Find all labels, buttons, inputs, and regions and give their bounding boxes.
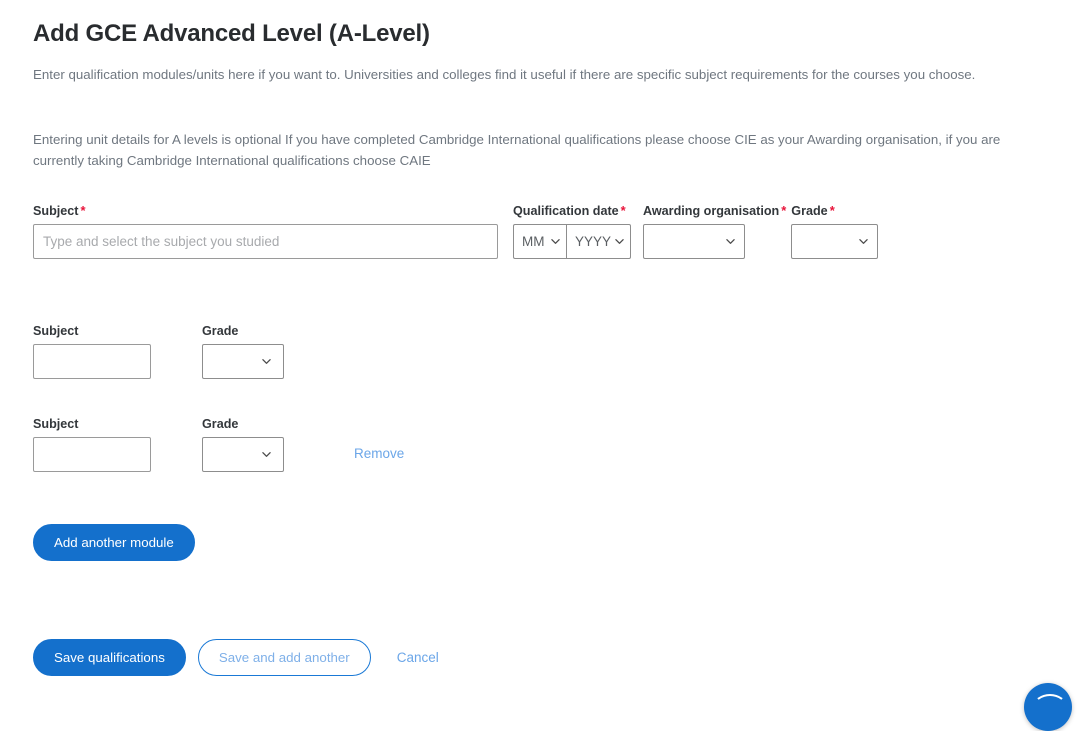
modules-list: Subject Grade Subject Grade Remove: [33, 259, 1056, 473]
chevron-down-icon: [726, 237, 735, 246]
qualification-month-value: MM: [522, 234, 545, 250]
qualification-date-label-text: Qualification date: [513, 204, 619, 219]
qualification-date-required-asterisk: *: [620, 203, 626, 219]
subject-label: Subject *: [33, 203, 498, 218]
module-row: Subject Grade: [33, 324, 1056, 380]
module-remove-wrapper: Remove: [284, 417, 404, 463]
page-title: Add GCE Advanced Level (A-Level): [33, 20, 430, 47]
awarding-organisation-required-asterisk: *: [781, 203, 787, 219]
subject-field-group: Subject *: [33, 203, 498, 260]
footer-actions: Save qualifications Save and add another…: [33, 561, 1056, 677]
chevron-down-icon: [262, 357, 271, 366]
subject-required-asterisk: *: [80, 203, 86, 219]
save-qualifications-button[interactable]: Save qualifications: [33, 639, 186, 677]
module-subject-input[interactable]: [33, 344, 151, 380]
date-selects: MM YYYY: [513, 224, 631, 260]
page-content: Add GCE Advanced Level (A-Level) Enter q…: [0, 0, 1080, 677]
qualification-date-group: Qualification date * MM YYYY: [513, 203, 631, 260]
qualification-month-select[interactable]: MM: [513, 224, 566, 260]
grade-field-group: Grade *: [791, 203, 879, 260]
grade-select[interactable]: [791, 224, 879, 260]
add-another-module-button[interactable]: Add another module: [33, 524, 195, 562]
intro-paragraph-1: Enter qualification modules/units here i…: [33, 67, 976, 82]
cancel-link[interactable]: Cancel: [397, 650, 439, 665]
awarding-organisation-label-text: Awarding organisation: [643, 204, 780, 219]
save-and-add-another-button[interactable]: Save and add another: [197, 639, 371, 677]
module-subject-group: Subject: [33, 324, 151, 380]
chevron-down-icon: [551, 237, 560, 246]
add-module-wrapper: Add another module: [33, 472, 1056, 562]
module-grade-select[interactable]: [202, 437, 284, 473]
module-row: Subject Grade Remove: [33, 379, 1056, 473]
chat-bubble-arc: [1033, 694, 1067, 720]
grade-label-text: Grade: [791, 204, 828, 219]
qualification-year-select[interactable]: YYYY: [566, 224, 631, 260]
awarding-organisation-group: Awarding organisation *: [643, 203, 786, 260]
grade-label: Grade *: [791, 203, 878, 218]
qualification-date-label: Qualification date *: [513, 203, 631, 218]
awarding-organisation-select[interactable]: [643, 224, 745, 260]
subject-input[interactable]: [33, 224, 498, 260]
qualification-year-value: YYYY: [575, 234, 612, 250]
chevron-down-icon: [615, 237, 624, 246]
module-grade-group: Grade: [202, 324, 284, 380]
chat-bubble-icon[interactable]: [1024, 683, 1072, 731]
module-subject-group: Subject: [33, 417, 151, 473]
module-grade-label: Grade: [202, 417, 239, 432]
chevron-down-icon: [859, 237, 869, 246]
awarding-organisation-label: Awarding organisation *: [643, 203, 786, 218]
subject-label-text: Subject: [33, 204, 79, 219]
page-root: Add GCE Advanced Level (A-Level) Enter q…: [0, 0, 1080, 731]
intro-paragraph-2: Entering unit details for A levels is op…: [33, 132, 1001, 168]
module-subject-input[interactable]: [33, 437, 151, 473]
grade-required-asterisk: *: [829, 203, 835, 219]
qualification-fields-row: Subject* Qualification date* MM: [33, 171, 1056, 260]
module-grade-label: Grade: [202, 324, 239, 339]
module-grade-group: Grade: [202, 417, 284, 473]
module-subject-label: Subject: [33, 417, 79, 432]
chevron-down-icon: [262, 450, 271, 459]
module-grade-select[interactable]: [202, 344, 284, 380]
module-subject-label: Subject: [33, 324, 79, 339]
remove-module-link[interactable]: Remove: [354, 446, 404, 461]
